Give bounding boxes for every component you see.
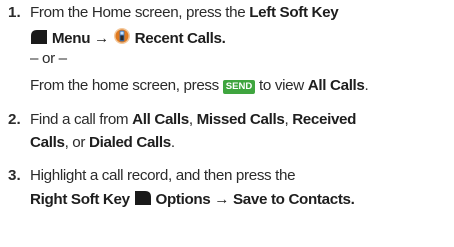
right-soft-key-label: Right Soft Key [30, 191, 130, 208]
left-soft-key-label: Left Soft Key [249, 4, 339, 21]
step-1-alternative: From the home screen, press SEND to view… [30, 77, 369, 95]
step-2-number: 2. [8, 111, 21, 128]
dialed-calls-label: Dialed Calls [88, 134, 171, 151]
instruction-document: 1. From the Home screen, press the Left … [0, 0, 454, 247]
right-soft-key-icon [134, 190, 152, 211]
arrow: → [94, 30, 109, 47]
period: . [350, 191, 355, 208]
calls-label: Calls [30, 134, 65, 151]
all-calls-label: All Calls [132, 111, 189, 128]
separator: , [188, 111, 197, 128]
or-separator: – or – [30, 50, 67, 67]
step-1-line-2: Menu → Recent Calls. [30, 27, 226, 50]
recent-calls-label: Recent Calls [134, 30, 222, 47]
step-3-line-1: Highlight a call record, and then press … [30, 167, 296, 184]
period: . [170, 134, 175, 151]
step-2-line-1: Find a call from All Calls, Missed Calls… [30, 111, 356, 129]
step-3-line-2: Right Soft Key Options → Save to Contact… [30, 190, 355, 211]
period: . [364, 77, 369, 94]
alt-text-prefix: From the home screen, press [30, 77, 223, 94]
separator: , or [64, 134, 89, 151]
alt-text-middle: to view [255, 77, 308, 94]
recent-calls-icon [113, 27, 131, 50]
all-calls-label: All Calls [307, 77, 365, 94]
left-soft-key-icon [30, 29, 48, 50]
step-1-text: From the Home screen, press the [30, 4, 250, 21]
step-2-line-2: Calls, or Dialed Calls. [30, 134, 175, 152]
options-label: Options [155, 191, 211, 208]
send-key-icon: SEND [222, 80, 256, 94]
period: . [221, 30, 226, 47]
step-1-number: 1. [8, 4, 21, 21]
menu-label: Menu [51, 30, 91, 47]
missed-calls-label: Missed Calls [196, 111, 285, 128]
step-1-line-1: From the Home screen, press the Left Sof… [30, 4, 339, 22]
save-to-contacts-label: Save to Contacts [233, 191, 351, 208]
arrow: → [214, 191, 230, 208]
received-label: Received [292, 111, 357, 128]
step-2-text: Find a call from [30, 111, 133, 128]
step-3-number: 3. [8, 167, 21, 184]
